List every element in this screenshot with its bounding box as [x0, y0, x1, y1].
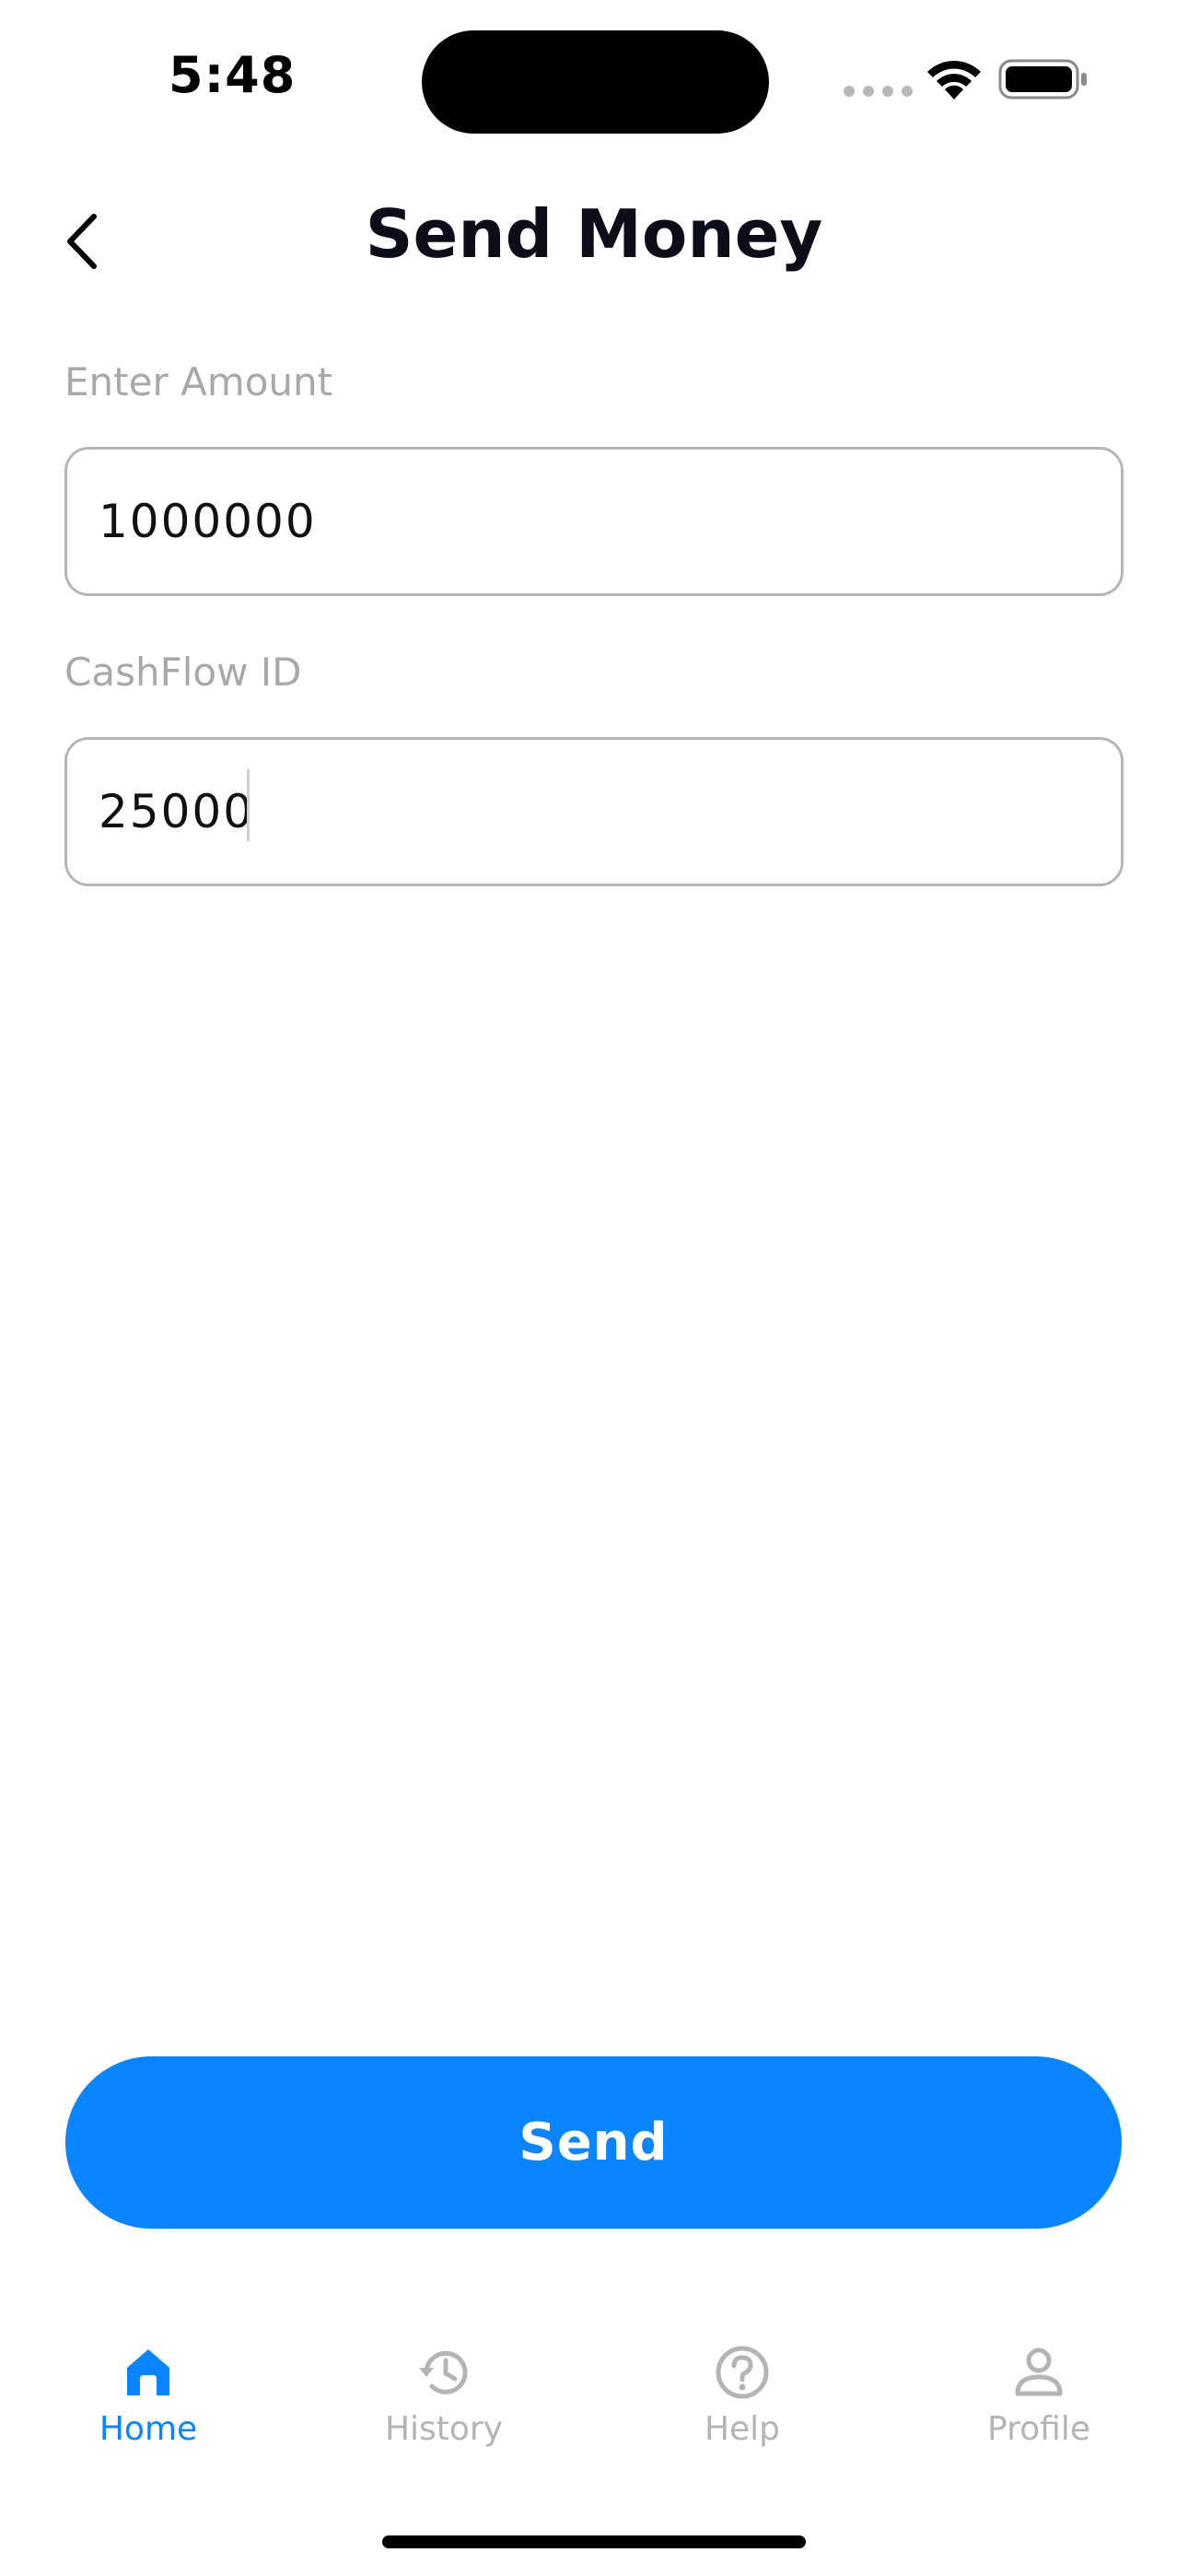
- amount-field[interactable]: [64, 447, 1124, 596]
- dynamic-island: [422, 30, 769, 134]
- tab-help-label: Help: [704, 2410, 781, 2448]
- amount-label: Enter Amount: [64, 359, 333, 404]
- page-title: Send Money: [365, 195, 823, 273]
- send-button[interactable]: Send: [65, 2056, 1122, 2229]
- tab-profile-label: Profile: [987, 2410, 1090, 2448]
- tab-bar: Home History Help Profile: [0, 2340, 1188, 2488]
- tab-home-label: Home: [99, 2410, 198, 2448]
- profile-icon: [1015, 2348, 1063, 2396]
- home-indicator: [382, 2535, 806, 2548]
- history-icon: [419, 2350, 468, 2395]
- home-icon: [127, 2349, 169, 2395]
- status-time: 5:48: [169, 46, 297, 104]
- amount-input[interactable]: [99, 450, 1084, 593]
- help-icon: [716, 2346, 769, 2399]
- cashflow-id-field[interactable]: [64, 737, 1124, 886]
- tab-help[interactable]: Help: [641, 2340, 844, 2488]
- battery-icon: [998, 59, 1087, 100]
- tab-history-label: History: [384, 2410, 504, 2448]
- text-caret: [247, 769, 250, 841]
- wifi-icon: [927, 60, 981, 100]
- status-bar: 5:48: [0, 0, 1188, 157]
- tab-history[interactable]: History: [343, 2340, 545, 2488]
- tab-profile[interactable]: Profile: [938, 2340, 1140, 2488]
- cashflow-id-label: CashFlow ID: [64, 650, 302, 695]
- cellular-signal-icon: [844, 86, 913, 97]
- tab-home[interactable]: Home: [47, 2340, 250, 2488]
